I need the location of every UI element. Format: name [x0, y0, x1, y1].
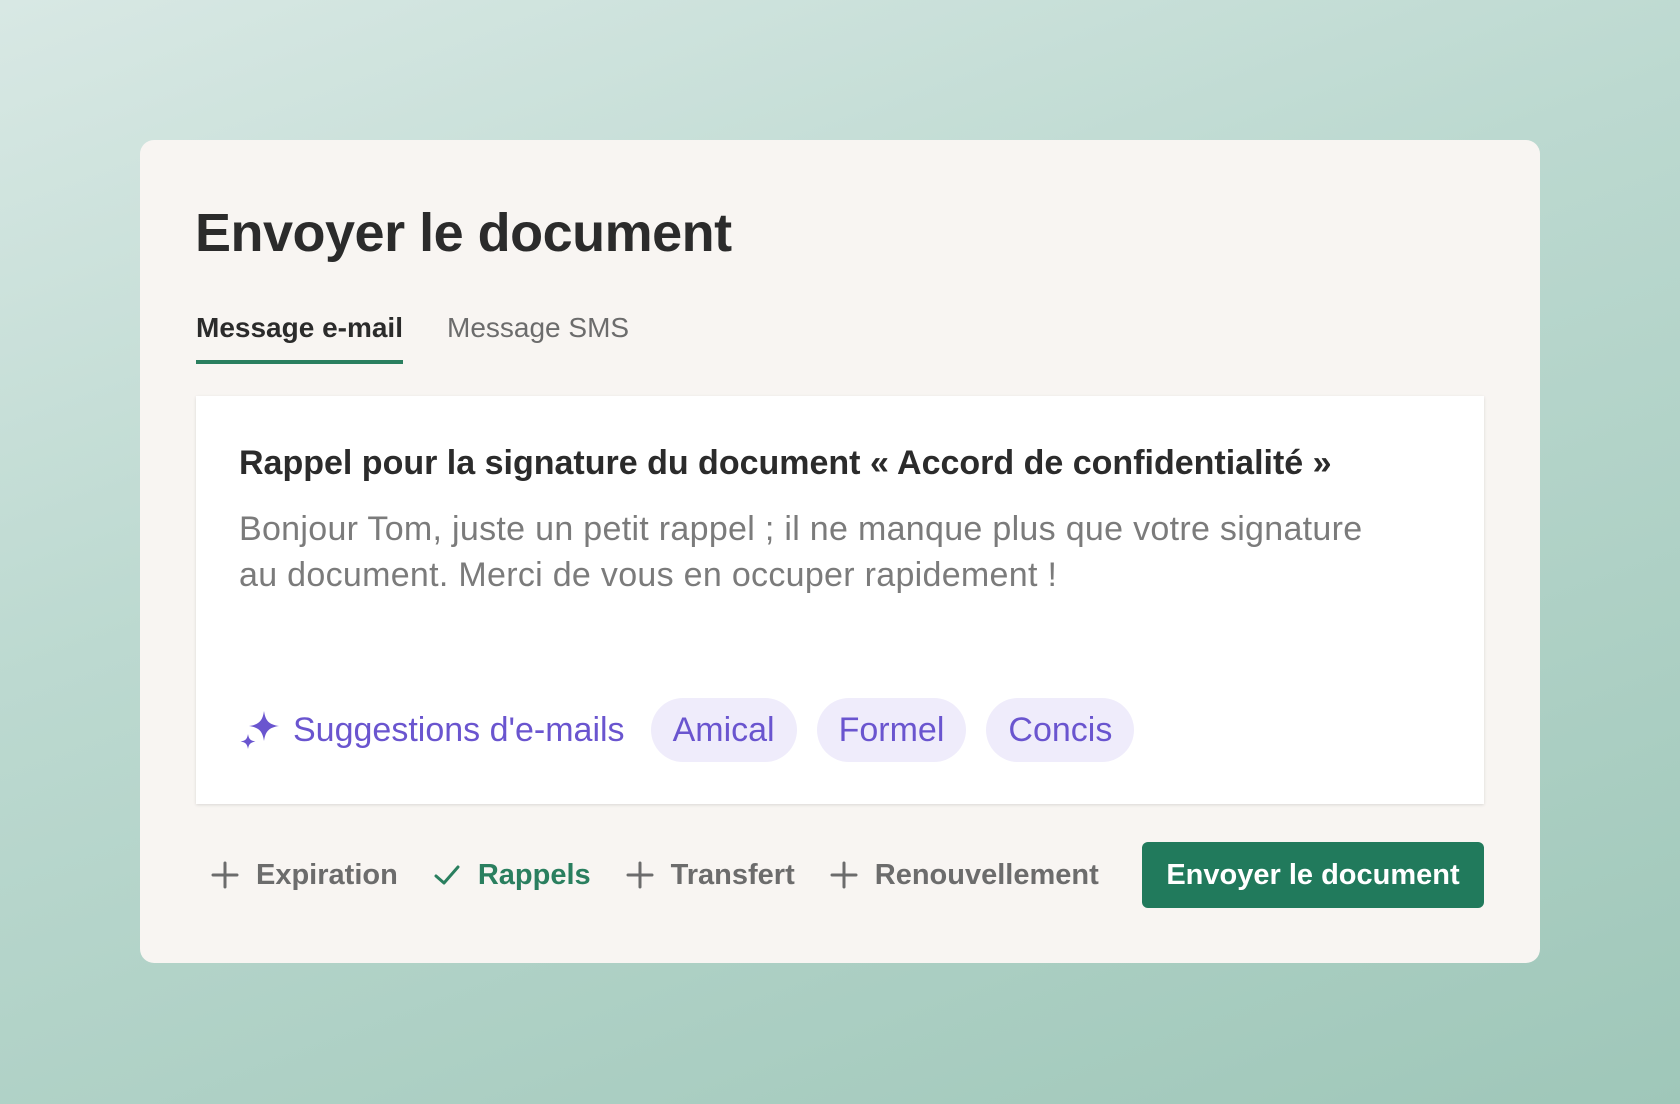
email-suggestions-label: Suggestions d'e-mails: [293, 710, 625, 749]
suggestion-chip-formel[interactable]: Formel: [816, 698, 967, 762]
tab-email-message[interactable]: Message e-mail: [196, 312, 403, 364]
suggestion-chip-concis[interactable]: Concis: [986, 698, 1135, 762]
option-label: Expiration: [256, 858, 398, 891]
plus-icon: [211, 861, 239, 889]
option-reminders[interactable]: Rappels: [432, 859, 591, 892]
email-suggestions-button[interactable]: Suggestions d'e-mails: [239, 709, 625, 751]
message-editor[interactable]: Rappel pour la signature du document « A…: [196, 396, 1484, 804]
dialog-title: Envoyer le document: [195, 203, 732, 263]
send-document-button[interactable]: Envoyer le document: [1142, 842, 1484, 908]
document-options: Expiration Rappels Transfert Renouvellem…: [210, 842, 1133, 908]
check-icon: [434, 865, 460, 885]
option-label: Transfert: [670, 858, 795, 891]
option-renewal[interactable]: Renouvellement: [829, 859, 1099, 892]
option-label: Renouvellement: [874, 858, 1099, 891]
tab-sms-message[interactable]: Message SMS: [447, 312, 629, 364]
message-body[interactable]: Bonjour Tom, juste un petit rappel ; il …: [239, 506, 1399, 598]
option-label: Rappels: [477, 858, 591, 891]
plus-icon: [626, 861, 654, 889]
send-document-dialog: Envoyer le document Message e-mail Messa…: [140, 140, 1540, 963]
option-expiration[interactable]: Expiration: [210, 859, 398, 892]
message-tabs: Message e-mail Message SMS: [196, 312, 629, 364]
option-transfer[interactable]: Transfert: [625, 859, 795, 892]
sparkle-icon: [240, 711, 279, 749]
plus-icon: [830, 861, 858, 889]
suggestion-chip-amical[interactable]: Amical: [650, 698, 797, 762]
email-suggestions: Suggestions d'e-mails Amical Formel Conc…: [239, 698, 1154, 762]
message-subject[interactable]: Rappel pour la signature du document « A…: [239, 444, 1332, 483]
